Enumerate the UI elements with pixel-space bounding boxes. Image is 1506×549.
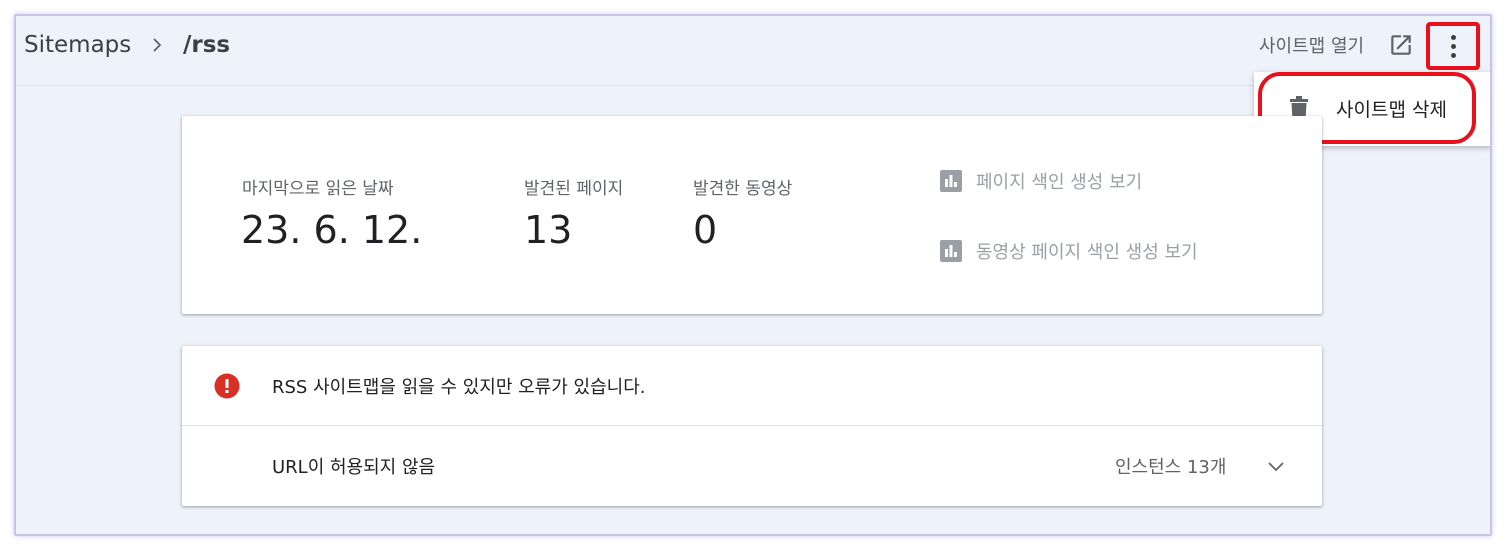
video-indexing-label: 동영상 페이지 색인 생성 보기 bbox=[976, 242, 1198, 263]
videos-found-label: 발견한 동영상 bbox=[693, 179, 793, 199]
issue-count: 인스턴스 13개 bbox=[1115, 457, 1227, 478]
breadcrumb-current: /rss bbox=[183, 32, 231, 58]
error-message: RSS 사이트맵을 읽을 수 있지만 오류가 있습니다. bbox=[272, 377, 646, 398]
last-read-label: 마지막으로 읽은 날짜 bbox=[242, 179, 394, 199]
issue-title: URL이 허용되지 않음 bbox=[272, 457, 436, 478]
sitemap-errors-card: RSS 사이트맵을 읽을 수 있지만 오류가 있습니다. URL이 허용되지 않… bbox=[182, 346, 1322, 506]
breadcrumb-sitemaps[interactable]: Sitemaps bbox=[24, 32, 131, 58]
sitemap-stats-card: 마지막으로 읽은 날짜 23. 6. 12. 발견된 페이지 13 발견한 동영… bbox=[182, 116, 1322, 314]
open-sitemap-link[interactable]: 사이트맵 열기 bbox=[1259, 32, 1364, 58]
last-read-value: 23. 6. 12. bbox=[241, 208, 423, 252]
page-indexing-link[interactable]: 페이지 색인 생성 보기 bbox=[940, 168, 1142, 194]
error-summary-row: RSS 사이트맵을 읽을 수 있지만 오류가 있습니다. bbox=[182, 346, 1322, 426]
pages-found-label: 발견된 페이지 bbox=[524, 179, 624, 199]
more-options-button[interactable] bbox=[1426, 22, 1480, 70]
bar-chart-icon bbox=[940, 240, 962, 262]
bar-chart-icon bbox=[940, 170, 962, 192]
videos-found-value: 0 bbox=[693, 208, 718, 252]
open-in-new-icon[interactable] bbox=[1388, 32, 1414, 58]
more-vert-icon bbox=[1450, 33, 1456, 60]
video-indexing-link[interactable]: 동영상 페이지 색인 생성 보기 bbox=[940, 238, 1198, 264]
sitemap-detail-panel: Sitemaps /rss 사이트맵 열기 사이트맵 삭제 마지막으로 읽은 날… bbox=[14, 14, 1492, 536]
delete-sitemap-label: 사이트맵 삭제 bbox=[1336, 99, 1447, 121]
chevron-down-icon[interactable] bbox=[1266, 456, 1286, 476]
chevron-right-icon bbox=[153, 38, 162, 52]
issue-row[interactable]: URL이 허용되지 않음 인스턴스 13개 bbox=[182, 426, 1322, 506]
pages-found-value: 13 bbox=[524, 208, 573, 252]
error-icon bbox=[214, 373, 240, 399]
page-indexing-label: 페이지 색인 생성 보기 bbox=[976, 172, 1143, 193]
